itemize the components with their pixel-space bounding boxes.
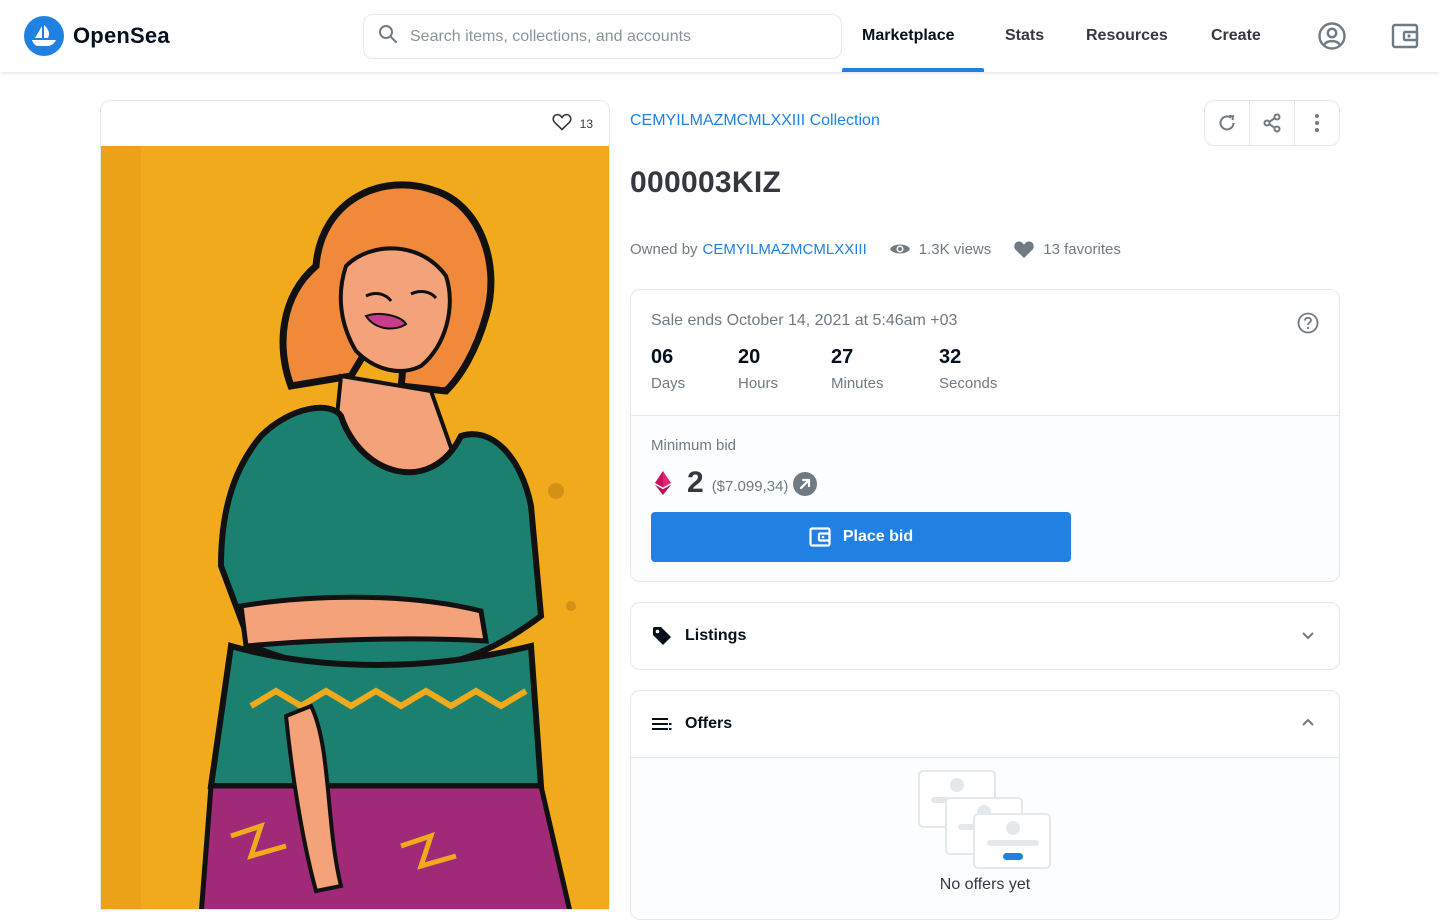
place-bid-label: Place bid [842, 528, 914, 545]
listings-accordion[interactable]: Listings [630, 602, 1340, 670]
countdown-hours-value: 20 [738, 346, 761, 368]
bid-section: Minimum bid 2 ($7.099,34) Place bid [631, 416, 1339, 581]
countdown-days: 06 Days [651, 346, 738, 392]
list-icon [652, 718, 672, 730]
help-icon[interactable] [1297, 312, 1319, 339]
views-text: 1.3K views [918, 240, 992, 258]
favorite-bar: 13 [101, 101, 609, 146]
countdown-seconds-label: Seconds [939, 375, 998, 392]
countdown-hours: 20 Hours [738, 346, 831, 392]
favorites-count: 13 favorites [1013, 240, 1121, 259]
refresh-icon [1219, 115, 1235, 131]
account-icon[interactable] [1316, 20, 1348, 52]
price-usd: ($7.099,34) [711, 477, 789, 495]
price-row: 2 ($7.099,34) [651, 466, 818, 500]
more-options-button[interactable] [1295, 101, 1339, 145]
owned-by-label: Owned by [630, 240, 698, 258]
nav-stats[interactable]: Stats [1005, 0, 1044, 72]
wallet-icon [809, 527, 831, 547]
offers-header[interactable]: Offers [631, 691, 1339, 757]
favorites-text: 13 favorites [1043, 240, 1121, 258]
nft-artwork-image[interactable] [101, 146, 610, 910]
more-vertical-icon [1315, 114, 1319, 132]
nav-create[interactable]: Create [1211, 0, 1261, 72]
brand-name: OpenSea [73, 23, 170, 48]
countdown-minutes: 27 Minutes [831, 346, 939, 392]
external-link-icon [793, 472, 818, 496]
opensea-logo[interactable]: OpenSea [24, 16, 170, 56]
share-button[interactable] [1250, 101, 1295, 145]
refresh-button[interactable] [1205, 101, 1250, 145]
offers-body: No offers yet [631, 757, 1339, 917]
opensea-logo-icon [24, 16, 64, 56]
place-bid-button[interactable]: Place bid [651, 512, 1071, 562]
favorite-count: 13 [579, 116, 593, 131]
top-nav-bar: OpenSea Marketplace Stats Resources Crea… [0, 0, 1440, 72]
offers-title: Offers [685, 715, 733, 732]
countdown-seconds: 32 Seconds [939, 346, 997, 392]
offers-accordion[interactable]: Offers No offers yet [630, 690, 1340, 920]
minimum-bid-label: Minimum bid [651, 437, 737, 454]
listings-title: Listings [685, 627, 747, 644]
asset-title: 000003KIZ [630, 166, 782, 199]
countdown-seconds-value: 32 [939, 346, 962, 368]
countdown-minutes-label: Minutes [831, 375, 884, 392]
listings-header[interactable]: Listings [631, 603, 1339, 669]
views-count: 1.3K views [889, 240, 992, 258]
asset-action-buttons [1204, 100, 1340, 146]
nav-resources[interactable]: Resources [1086, 0, 1168, 72]
empty-offers-illustration-icon [918, 770, 1051, 869]
eye-icon [889, 244, 910, 254]
countdown-days-value: 06 [651, 346, 674, 368]
search-bar[interactable] [363, 14, 842, 59]
nav-active-indicator [842, 68, 984, 72]
sale-ends-text: Sale ends October 14, 2021 at 5:46am +03 [651, 312, 958, 329]
sale-panel: Sale ends October 14, 2021 at 5:46am +03… [630, 289, 1340, 582]
countdown-minutes-value: 27 [831, 346, 854, 368]
price-value: 2 [687, 466, 704, 499]
collection-link[interactable]: CEMYILMAZMCMLXXIII Collection [630, 112, 880, 130]
no-offers-text: No offers yet [939, 876, 1031, 893]
heart-outline-icon[interactable] [552, 113, 572, 134]
countdown-days-label: Days [651, 375, 686, 392]
countdown-timer: 06 Days 20 Hours 27 Minutes 32 Seconds [651, 346, 997, 392]
owner-link[interactable]: CEMYILMAZMCMLXXIII [703, 241, 867, 258]
search-icon [378, 24, 398, 49]
countdown-hours-label: Hours [738, 375, 779, 392]
chevron-down-icon [1302, 632, 1314, 640]
heart-filled-icon [1014, 240, 1035, 258]
search-input[interactable] [410, 27, 810, 46]
eth-icon [655, 471, 671, 495]
nav-marketplace[interactable]: Marketplace [862, 0, 955, 72]
wallet-icon[interactable] [1389, 20, 1421, 52]
share-icon [1263, 113, 1281, 133]
tag-icon [653, 627, 671, 645]
asset-media-card: 13 [100, 100, 610, 910]
chevron-up-icon [1302, 718, 1314, 726]
asset-meta: Owned by CEMYILMAZMCMLXXIII 1.3K views 1… [630, 238, 1121, 260]
sale-countdown-section: Sale ends October 14, 2021 at 5:46am +03… [631, 290, 1339, 416]
